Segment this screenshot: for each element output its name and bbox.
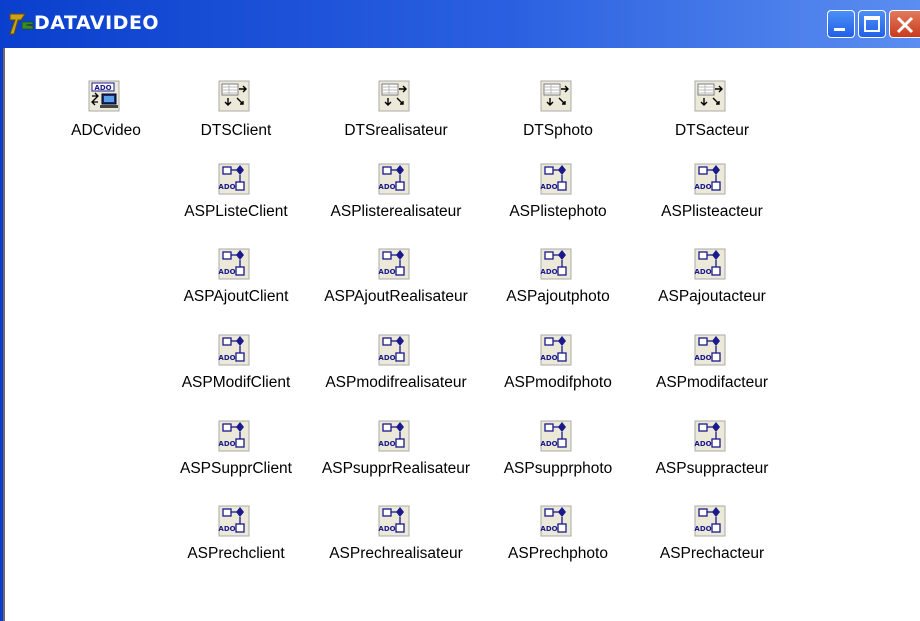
delphi-icon xyxy=(9,13,34,35)
component-stored-procedure[interactable]: ADO ASPmodifacteur xyxy=(642,334,782,414)
component-stored-procedure[interactable]: ADO ASPModifClient xyxy=(166,334,306,414)
component-stored-procedure[interactable]: ADO ASPlisterealisateur xyxy=(326,163,466,243)
ado-stored-proc-icon: ADO xyxy=(694,420,726,452)
component-adcvideo[interactable]: ADO ADCvideo xyxy=(36,80,176,160)
title-bar[interactable]: DATAVIDEO xyxy=(0,0,920,48)
close-button[interactable] xyxy=(889,10,920,38)
close-icon xyxy=(896,16,914,34)
ado-stored-proc-icon: ADO xyxy=(540,163,572,195)
svg-text:ADO: ADO xyxy=(694,354,711,362)
svg-text:ADO: ADO xyxy=(540,525,557,533)
component-stored-procedure[interactable]: ADO ASPsupprphoto xyxy=(488,420,628,500)
component-stored-procedure[interactable]: ADO ASPsupprRealisateur xyxy=(322,420,470,500)
ado-stored-proc-icon: ADO xyxy=(694,334,726,366)
ado-stored-proc-icon: ADO xyxy=(540,248,572,280)
window-frame-inner xyxy=(3,48,5,621)
component-dtsclient[interactable]: DTSClient xyxy=(166,80,306,160)
window-title: DATAVIDEO xyxy=(34,12,160,34)
component-label: ASPrechacteur xyxy=(659,545,765,562)
svg-text:ADO: ADO xyxy=(378,440,395,448)
component-stored-procedure[interactable]: ADO ASPsuppracteur xyxy=(642,420,782,500)
ado-stored-proc-icon: ADO xyxy=(540,420,572,452)
component-label: ASPmodifacteur xyxy=(656,374,768,391)
dataset-provider-icon xyxy=(218,80,250,112)
svg-text:ADO: ADO xyxy=(378,183,395,191)
ado-stored-proc-icon: ADO xyxy=(218,163,250,195)
data-module-area[interactable]: ADO ADCvideo DTSClient DTSrealisateur DT… xyxy=(6,48,920,621)
svg-text:ADO: ADO xyxy=(378,354,395,362)
component-stored-procedure[interactable]: ADO ASPListeClient xyxy=(166,163,306,243)
dataset-provider-icon xyxy=(378,80,410,112)
svg-text:ADO: ADO xyxy=(378,268,395,276)
ado-stored-proc-icon: ADO xyxy=(694,505,726,537)
ado-stored-proc-icon: ADO xyxy=(540,334,572,366)
ado-stored-proc-icon: ADO xyxy=(218,420,250,452)
svg-text:ADO: ADO xyxy=(218,525,235,533)
svg-text:ADO: ADO xyxy=(218,268,235,276)
component-stored-procedure[interactable]: ADO ASPajoutacteur xyxy=(642,248,782,328)
dataset-provider-icon xyxy=(694,80,726,112)
svg-text:ADO: ADO xyxy=(540,268,557,276)
ado-stored-proc-icon: ADO xyxy=(694,248,726,280)
component-label: ASPajoutacteur xyxy=(658,288,766,305)
component-stored-procedure[interactable]: ADO ASPAjoutRealisateur xyxy=(324,248,468,328)
ado-stored-proc-icon: ADO xyxy=(378,163,410,195)
ado-stored-proc-icon: ADO xyxy=(378,420,410,452)
component-label: DTSacteur xyxy=(674,122,750,139)
component-dtsrealisateur[interactable]: DTSrealisateur xyxy=(326,80,466,160)
component-stored-procedure[interactable]: ADO ASPajoutphoto xyxy=(488,248,628,328)
component-stored-procedure[interactable]: ADO ASPrechrealisateur xyxy=(326,505,466,585)
svg-text:ADO: ADO xyxy=(694,183,711,191)
maximize-icon xyxy=(864,16,880,32)
svg-text:ADO: ADO xyxy=(540,354,557,362)
maximize-button[interactable] xyxy=(858,10,886,38)
ado-stored-proc-icon: ADO xyxy=(218,505,250,537)
component-stored-procedure[interactable]: ADO ASPSupprClient xyxy=(166,420,306,500)
component-stored-procedure[interactable]: ADO ASPrechclient xyxy=(166,505,306,585)
ado-stored-proc-icon: ADO xyxy=(540,505,572,537)
component-stored-procedure[interactable]: ADO ASPlistephoto xyxy=(488,163,628,243)
svg-text:ADO: ADO xyxy=(694,268,711,276)
component-stored-procedure[interactable]: ADO ASPlisteacteur xyxy=(642,163,782,243)
svg-text:ADO: ADO xyxy=(540,183,557,191)
ado-stored-proc-icon: ADO xyxy=(218,248,250,280)
svg-text:ADO: ADO xyxy=(378,525,395,533)
ado-stored-proc-icon: ADO xyxy=(378,334,410,366)
component-stored-procedure[interactable]: ADO ASPmodifphoto xyxy=(488,334,628,414)
component-stored-procedure[interactable]: ADO ASPrechacteur xyxy=(642,505,782,585)
svg-text:ADO: ADO xyxy=(218,440,235,448)
svg-text:ADO: ADO xyxy=(694,525,711,533)
ado-connection-icon: ADO xyxy=(88,80,120,112)
svg-text:ADO: ADO xyxy=(218,183,235,191)
component-dtsacteur[interactable]: DTSacteur xyxy=(642,80,782,160)
ado-stored-proc-icon: ADO xyxy=(378,248,410,280)
dataset-provider-icon xyxy=(540,80,572,112)
component-dtsphoto[interactable]: DTSphoto xyxy=(488,80,628,160)
svg-text:ADO: ADO xyxy=(694,440,711,448)
ado-stored-proc-icon: ADO xyxy=(694,163,726,195)
svg-text:ADO: ADO xyxy=(218,354,235,362)
component-stored-procedure[interactable]: ADO ASPmodifrealisateur xyxy=(325,334,467,414)
component-stored-procedure[interactable]: ADO ASPAjoutClient xyxy=(166,248,306,328)
ado-stored-proc-icon: ADO xyxy=(378,505,410,537)
component-label: ASPlisteacteur xyxy=(661,203,763,220)
minimize-button[interactable] xyxy=(827,10,855,38)
svg-text:ADO: ADO xyxy=(540,440,557,448)
component-stored-procedure[interactable]: ADO ASPrechphoto xyxy=(488,505,628,585)
component-label: ASPsuppracteur xyxy=(655,460,769,477)
minimize-icon xyxy=(834,28,845,31)
ado-stored-proc-icon: ADO xyxy=(218,334,250,366)
svg-text:ADO: ADO xyxy=(94,84,111,92)
